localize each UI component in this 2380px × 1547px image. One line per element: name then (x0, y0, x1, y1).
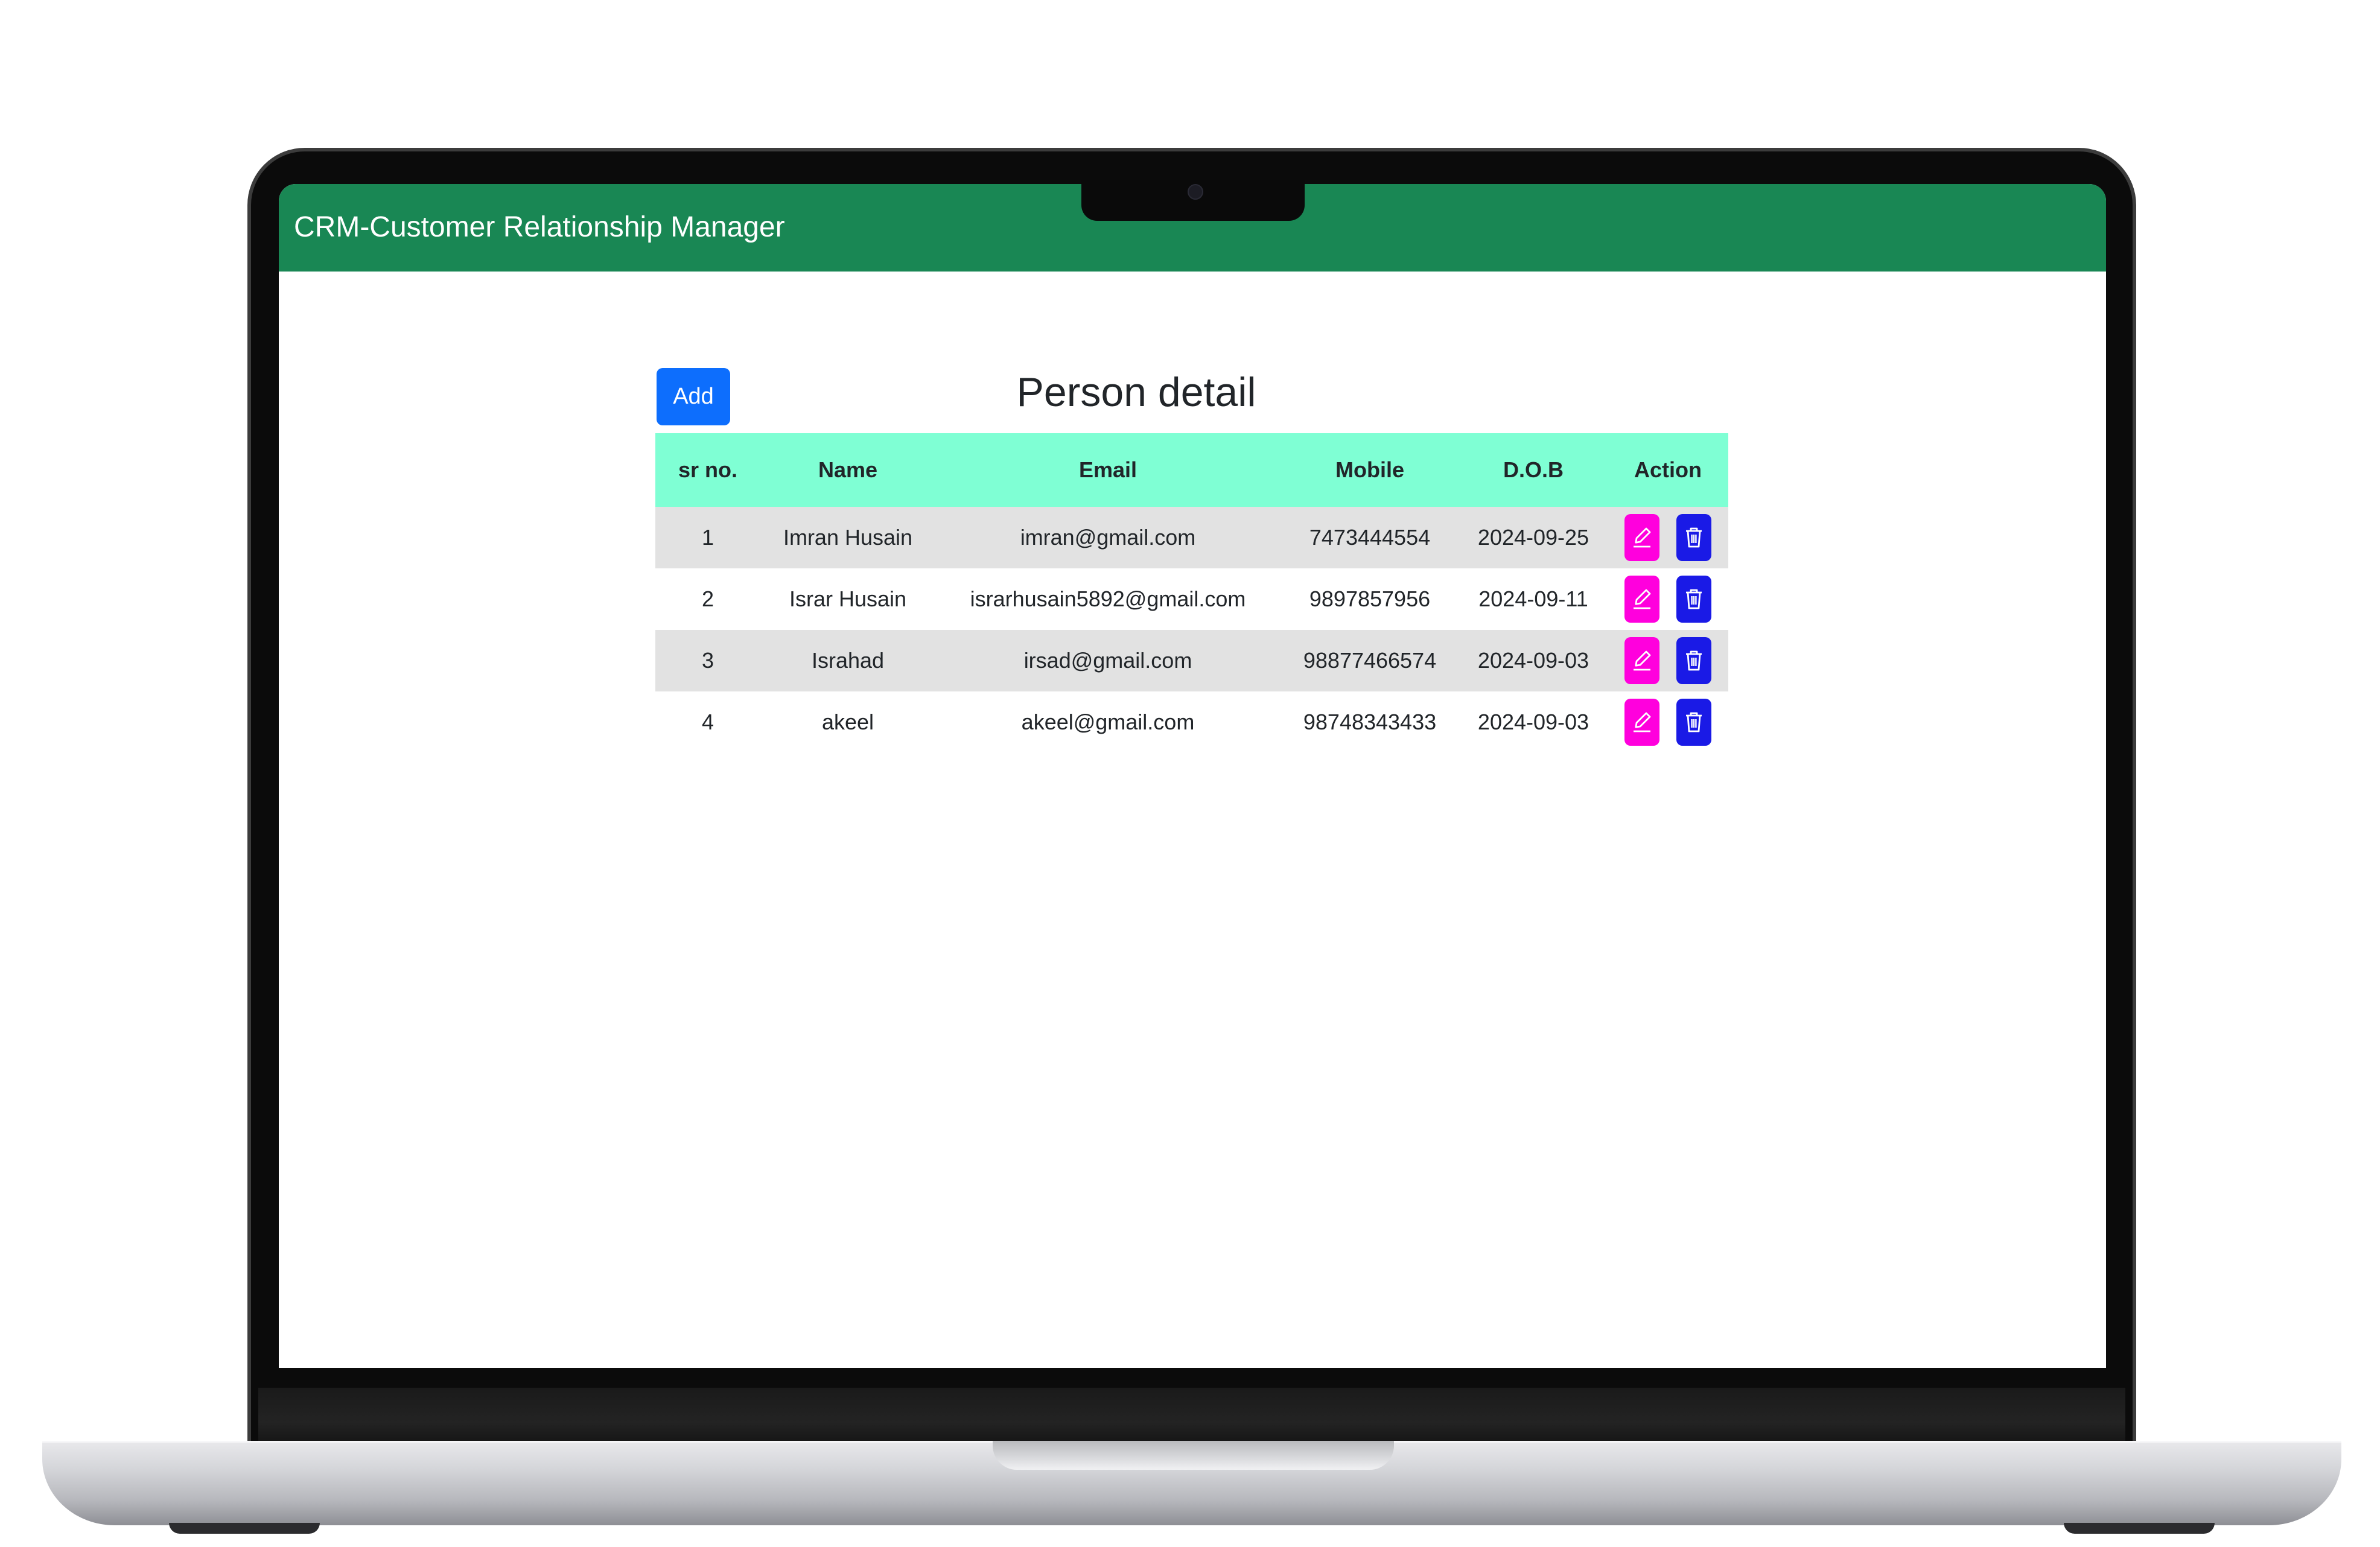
column-header-name: Name (818, 457, 878, 482)
pencil-square-icon (1633, 712, 1651, 732)
person-table: sr no. Name Email Mobile D.O.B Action 1 … (655, 433, 1728, 753)
table-body: 1 Imran Husain imran@gmail.com 747344455… (655, 507, 1728, 753)
delete-button[interactable] (1676, 637, 1711, 684)
trash-icon (1686, 650, 1702, 671)
delete-button[interactable] (1676, 576, 1711, 623)
cell-mobile: 7473444554 (1309, 525, 1431, 550)
cell-mobile: 9897857956 (1309, 586, 1431, 611)
table-row: 4 akeel akeel@gmail.com 98748343433 2024… (655, 691, 1728, 753)
cell-email: israrhusain5892@gmail.com (970, 586, 1246, 611)
column-header-mobile: Mobile (1335, 457, 1404, 482)
cell-dob: 2024-09-11 (1478, 586, 1588, 611)
cell-email: irsad@gmail.com (1023, 648, 1192, 673)
pencil-square-icon (1633, 527, 1651, 548)
trash-icon (1686, 527, 1702, 548)
cell-sr: 1 (701, 525, 714, 550)
cell-name: Imran Husain (783, 525, 913, 550)
laptop-mockup: CRM-Customer Relationship Manager Add Pe… (0, 0, 2380, 1547)
cell-dob: 2024-09-25 (1477, 525, 1589, 550)
screen: CRM-Customer Relationship Manager Add Pe… (279, 184, 2106, 1368)
laptop-foot-right (2064, 1523, 2215, 1534)
column-header-action: Action (1634, 457, 1702, 482)
column-header-email: Email (1078, 457, 1138, 482)
table-row: 3 Israhad irsad@gmail.com 98877466574 20… (655, 630, 1728, 691)
cell-email: imran@gmail.com (1020, 525, 1196, 550)
table-row: 1 Imran Husain imran@gmail.com 747344455… (655, 507, 1728, 568)
edit-button[interactable] (1624, 576, 1659, 623)
cell-action (1608, 507, 1728, 568)
cell-mobile: 98877466574 (1303, 648, 1437, 673)
cell-mobile: 98748343433 (1303, 710, 1437, 734)
cell-action (1608, 691, 1728, 753)
cell-sr: 4 (701, 710, 714, 734)
cell-name: Israhad (811, 648, 885, 673)
header-row: sr no. Name Email Mobile D.O.B Action (655, 433, 1728, 507)
cell-sr: 2 (701, 586, 714, 611)
table-header: sr no. Name Email Mobile D.O.B Action (655, 433, 1728, 507)
laptop-hinge (258, 1388, 2125, 1445)
trash-icon (1686, 589, 1702, 609)
laptop-base-notch (993, 1441, 1394, 1470)
cell-dob: 2024-09-03 (1477, 710, 1589, 734)
cell-sr: 3 (701, 648, 714, 673)
page-title: Person detail (1016, 369, 1256, 415)
cell-name: Israr Husain (789, 586, 907, 611)
column-header-dob: D.O.B (1503, 457, 1564, 482)
cell-name: akeel (821, 710, 874, 734)
navbar-brand[interactable]: CRM-Customer Relationship Manager (294, 209, 785, 246)
delete-button[interactable] (1676, 699, 1711, 746)
camera-icon (1188, 184, 1203, 200)
edit-button[interactable] (1624, 514, 1659, 561)
add-button[interactable]: Add (657, 368, 730, 425)
pencil-square-icon (1633, 589, 1651, 609)
cell-dob: 2024-09-03 (1477, 648, 1589, 673)
edit-button[interactable] (1624, 637, 1659, 684)
table-row: 2 Israr Husain israrhusain5892@gmail.com… (655, 568, 1728, 630)
column-header-sr: sr no. (678, 457, 737, 482)
cell-action (1608, 568, 1728, 630)
trash-icon (1686, 712, 1702, 732)
pencil-square-icon (1633, 650, 1651, 671)
cell-email: akeel@gmail.com (1021, 710, 1195, 734)
delete-button[interactable] (1676, 514, 1711, 561)
cell-action (1608, 630, 1728, 691)
edit-button[interactable] (1624, 699, 1659, 746)
laptop-foot-left (169, 1523, 320, 1534)
